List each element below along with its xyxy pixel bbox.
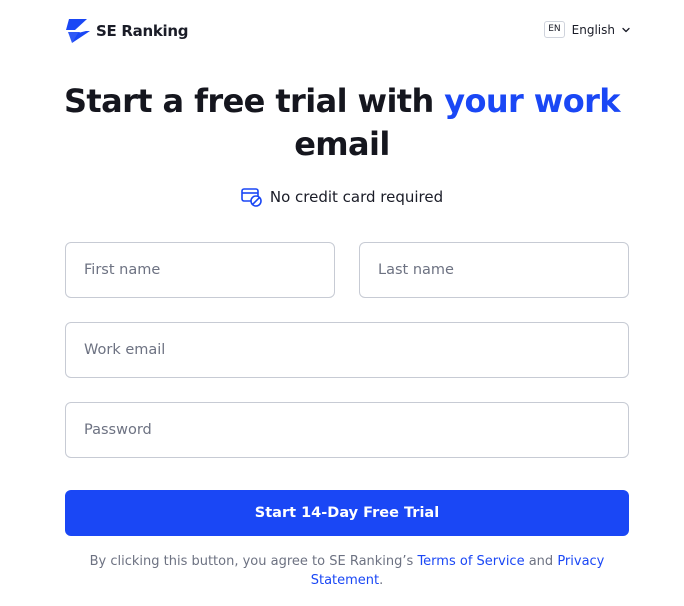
password-input[interactable] [82,421,612,439]
last-name-input[interactable] [376,261,612,279]
legal-suffix: . [379,573,384,588]
se-ranking-logo-icon [66,19,90,43]
terms-of-service-link[interactable]: Terms of Service [417,554,524,569]
language-label: English [571,22,615,37]
first-name-input[interactable] [82,261,318,279]
chevron-down-icon [622,27,630,32]
logo[interactable]: SE Ranking [66,18,188,44]
start-trial-button[interactable]: Start 14-Day Free Trial [65,490,629,536]
language-code: EN [544,21,565,38]
legal-and: and [524,554,558,569]
title-part-1: Start a free trial with [63,82,445,120]
last-name-field[interactable] [359,242,629,298]
subtitle-text: No credit card required [269,188,444,206]
language-selector[interactable]: EN English [544,21,630,38]
credit-card-off-icon [241,188,262,207]
work-email-field[interactable] [65,322,629,378]
signup-page: SE Ranking EN English Start a free trial… [0,0,684,606]
no-credit-card-note: No credit card required [0,187,684,207]
first-name-field[interactable] [65,242,335,298]
work-email-input[interactable] [82,341,612,359]
legal-prefix: By clicking this button, you agree to SE… [89,554,418,569]
page-title: Start a free trial with your work email [0,80,684,166]
logo-text: SE Ranking [96,22,189,40]
password-field[interactable] [65,402,629,458]
title-part-2: email [294,125,390,163]
title-accent: your work [444,82,620,120]
legal-notice: By clicking this button, you agree to SE… [80,552,614,590]
